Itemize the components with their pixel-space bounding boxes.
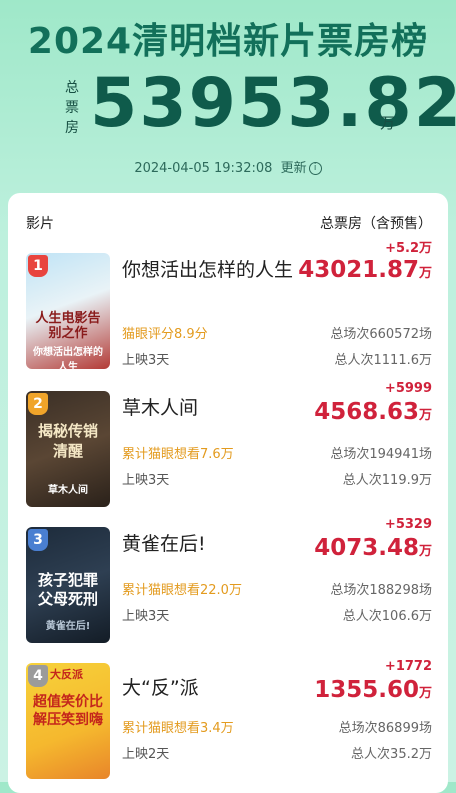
movie-poster[interactable]: 4 超值笑价比 解压笑到嗨 大反派 <box>26 663 110 779</box>
movie-want: 累计猫眼想看22.0万 <box>122 583 242 598</box>
movie-days: 上映2天 <box>122 747 170 762</box>
movie-days: 上映3天 <box>122 473 170 488</box>
total-box-office-value: 53953.82 <box>90 64 456 143</box>
movie-want: 累计猫眼想看3.4万 <box>122 721 234 736</box>
total-viewers: 总人次35.2万 <box>351 747 432 762</box>
movie-row[interactable]: 4 超值笑价比 解压笑到嗨 大反派 大“反”派 累计猫眼想看3.4万 上映2天 … <box>8 659 448 793</box>
box-office-value: 1355.60万 <box>314 677 432 703</box>
update-info: 2024-04-05 19:32:08 更新 i <box>0 157 456 176</box>
poster-tagline: 揭秘传销 清醒 <box>37 422 98 460</box>
total-box-office-label: 总票房 <box>65 80 79 136</box>
box-office-unit: 万 <box>418 544 432 559</box>
rank-badge: 1 <box>28 255 48 277</box>
total-sessions: 总场次188298场 <box>330 583 432 598</box>
box-office-number: 4073.48 <box>314 535 419 561</box>
total-viewers: 总人次106.6万 <box>342 609 432 624</box>
movie-rating: 猫眼评分8.9分 <box>122 327 208 342</box>
box-delta: +5999 <box>384 381 432 396</box>
box-office-number: 43021.87 <box>298 257 419 283</box>
movie-name[interactable]: 大“反”派 <box>122 673 312 703</box>
rank-badge: 2 <box>28 393 48 415</box>
poster-title: 黄雀在后! <box>45 621 91 632</box>
box-delta: +5329 <box>384 517 432 532</box>
poster-tagline: 人生电影告别之作 <box>35 311 101 341</box>
movie-row[interactable]: 1 人生电影告别之作 你想活出怎样的人生 你想活出怎样的人生 猫眼评分8.9分 … <box>8 241 448 383</box>
movie-poster[interactable]: 2 揭秘传销 清醒 草木人间 <box>26 391 110 507</box>
total-box-office-unit: 万 <box>380 114 396 132</box>
box-delta: +1772 <box>384 659 432 674</box>
movie-poster[interactable]: 1 人生电影告别之作 你想活出怎样的人生 <box>26 253 110 369</box>
movie-days: 上映3天 <box>122 609 170 624</box>
info-icon[interactable]: i <box>308 162 322 175</box>
total-viewers: 总人次1111.6万 <box>334 353 433 368</box>
movie-name[interactable]: 你想活出怎样的人生 <box>122 255 312 285</box>
box-office-number: 1355.60 <box>314 677 419 703</box>
poster-tagline: 超值笑价比 解压笑到嗨 <box>33 694 103 728</box>
movie-row[interactable]: 3 孩子犯罪 父母死刑 黄雀在后! 黄雀在后! 累计猫眼想看22.0万 上映3天… <box>8 517 448 657</box>
total-sessions: 总场次660572场 <box>330 327 432 342</box>
total-sessions: 总场次86899场 <box>338 721 432 736</box>
movie-poster[interactable]: 3 孩子犯罪 父母死刑 黄雀在后! <box>26 527 110 643</box>
rank-badge: 3 <box>28 529 48 551</box>
poster-title: 草木人间 <box>48 485 88 496</box>
header: 2024清明档新片票房榜 总票房 53953.82 万 2024-04-05 1… <box>0 0 456 200</box>
movie-want: 累计猫眼想看7.6万 <box>122 447 234 462</box>
box-office-unit: 万 <box>418 686 432 701</box>
movie-name[interactable]: 黄雀在后! <box>122 529 312 559</box>
box-office-unit: 万 <box>418 408 432 423</box>
movie-days: 上映3天 <box>122 353 170 368</box>
total-viewers: 总人次119.9万 <box>342 473 432 488</box>
poster-title: 你想活出怎样的人生 <box>33 347 103 369</box>
box-delta: +5.2万 <box>385 241 432 256</box>
box-office-value: 43021.87万 <box>298 257 432 283</box>
total-sessions: 总场次194941场 <box>330 447 432 462</box>
box-office-value: 4073.48万 <box>314 535 432 561</box>
page-title: 2024清明档新片票房榜 <box>27 21 429 62</box>
column-header-box-office: 总票房（含预售） <box>320 216 432 232</box>
update-label: 更新 <box>280 161 307 176</box>
column-header-movie: 影片 <box>26 216 54 232</box>
box-office-value: 4568.63万 <box>314 399 432 425</box>
rank-badge: 4 <box>28 665 48 687</box>
update-time: 2024-04-05 19:32:08 <box>134 161 273 176</box>
box-office-unit: 万 <box>418 266 432 281</box>
poster-title: 大反派 <box>50 668 83 681</box>
movie-name[interactable]: 草木人间 <box>122 393 312 423</box>
movie-row[interactable]: 2 揭秘传销 清醒 草木人间 草木人间 累计猫眼想看7.6万 上映3天 +599… <box>8 381 448 521</box>
ranking-card: 影片 总票房（含预售） 1 人生电影告别之作 你想活出怎样的人生 你想活出怎样的… <box>8 193 448 793</box>
box-office-number: 4568.63 <box>314 399 419 425</box>
poster-tagline: 孩子犯罪 父母死刑 <box>37 571 98 608</box>
